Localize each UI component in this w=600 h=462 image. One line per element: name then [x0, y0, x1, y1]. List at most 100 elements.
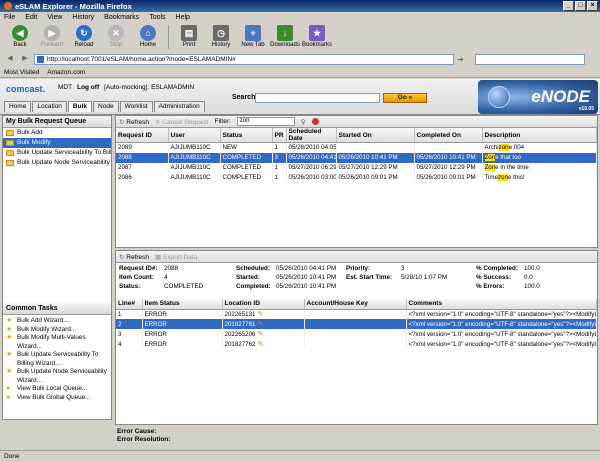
filter-funnel-icon[interactable]: ⚲ [301, 118, 306, 126]
menu-edit[interactable]: Edit [25, 14, 37, 21]
export-data-button[interactable]: ▦ Export Data [155, 253, 197, 261]
task-link[interactable]: ★ Bulk Modify Multi-Values Wizard... [3, 334, 111, 351]
toolbar-label: Downloads [270, 42, 300, 48]
menu-view[interactable]: View [47, 14, 62, 21]
table-cell: ERROR [142, 319, 223, 329]
back-small-icon[interactable]: ◀ [4, 54, 16, 64]
menu-history[interactable]: History [72, 14, 94, 21]
reload-button[interactable]: ↻ Reload [68, 23, 100, 48]
table-row[interactable]: 2087 AJIJUMB110C COMPLETED 1 05/27/2010 06:2… [116, 162, 597, 173]
menu-help[interactable]: Help [176, 14, 190, 21]
auto-mocking-text: [Auto-mocking]: ESLAMADMIN [104, 84, 195, 91]
table-cell[interactable]: 201827761 ✎ [222, 319, 305, 329]
edit-pencil-icon[interactable]: ✎ [257, 321, 263, 328]
table-row[interactable]: 2 ERROR 201827761 ✎ <?xml version="1.0" enco… [116, 319, 597, 329]
column-header[interactable]: User [168, 128, 221, 143]
forward-button[interactable]: ▶ Forward [36, 23, 68, 48]
task-link[interactable]: ★ Bulk Modify Wizard... [3, 326, 111, 335]
wizard-icon: ★ [6, 334, 13, 341]
go-button[interactable]: Go » [383, 93, 427, 103]
history-button[interactable]: ◷ History [205, 23, 237, 48]
table-cell[interactable]: 201827762 ✎ [222, 339, 305, 349]
tab-worklist[interactable]: Worklist [119, 101, 153, 112]
tab-location[interactable]: Location [32, 101, 67, 112]
filter-input[interactable]: zon [236, 117, 295, 126]
table-row[interactable]: 4 ERROR 201827762 ✎ <?xml version="1.0" enco… [116, 339, 597, 349]
queue-item[interactable]: Bulk Add [3, 128, 111, 138]
bookmarks-button[interactable]: ★ Bookmarks [301, 23, 333, 48]
column-header[interactable]: Status [220, 128, 273, 143]
column-header[interactable]: Comments [406, 299, 597, 310]
queue-item[interactable]: Bulk Modify [3, 138, 111, 148]
column-header[interactable]: Line# [116, 299, 143, 310]
maximize-button[interactable]: □ [575, 1, 586, 11]
tab-home[interactable]: Home [4, 101, 32, 112]
browser-search-input[interactable] [474, 53, 585, 65]
task-link[interactable]: ★ Bulk Update Node Serviceability Wizard.… [3, 368, 111, 385]
requests-panel: ↻ Refresh ✕ Cancel Request Filter: zon ⚲… [115, 115, 598, 248]
user-location: MDT [58, 84, 73, 91]
column-header[interactable]: Scheduled Date [286, 128, 337, 143]
table-cell: AJIJUMB110C [168, 172, 221, 183]
table-cell[interactable]: 202265206 ✎ [222, 329, 305, 339]
cancel-request-button[interactable]: ✕ Cancel Request [155, 118, 209, 126]
downloads-button[interactable]: ↓ Downloads [269, 23, 301, 48]
refresh-detail-button[interactable]: ↻ Refresh [119, 253, 149, 261]
task-link[interactable]: ● View Bulk Local Queue... [3, 385, 111, 394]
edit-pencil-icon[interactable]: ✎ [257, 341, 263, 348]
queue-item[interactable]: Bulk Update Node Serviceability [3, 158, 111, 168]
minimize-button[interactable]: _ [563, 1, 574, 11]
table-cell: ERROR [142, 339, 223, 349]
forward-small-icon[interactable]: ▶ [19, 54, 31, 64]
tab-node[interactable]: Node [93, 101, 119, 112]
edit-pencil-icon[interactable]: ✎ [257, 331, 263, 338]
table-row[interactable]: 2086 AJIJUMB110C COMPLETED 1 05/26/2010 03:0… [116, 172, 597, 183]
cell-text: <?xml version="1.0" encoding="UTF-8" sta… [408, 330, 597, 338]
table-row[interactable]: 2089AJIJUMB110CNEW105/28/2010 04:05 PM Ar… [116, 142, 597, 153]
stop-button[interactable]: ✕ Stop [100, 23, 132, 48]
value-started: 05/26/2010 10:41 PM [276, 274, 337, 281]
tab-administration[interactable]: Administration [153, 101, 205, 112]
bookmark-most-visited[interactable]: Most Visited [4, 69, 39, 76]
log-off-link[interactable]: Log off [77, 84, 99, 91]
table-row[interactable]: 3 ERROR 202265206 ✎ <?xml version="1.0" enco… [116, 329, 597, 339]
new-tab-button[interactable]: + New Tab [237, 23, 269, 48]
column-header[interactable]: Request ID [116, 128, 169, 143]
task-link[interactable]: ● View Bulk Global Queue... [3, 394, 111, 403]
print-button[interactable]: ▤ Print [173, 23, 205, 48]
clear-filter-icon[interactable] [311, 118, 319, 125]
wizard-icon: ★ [6, 368, 13, 375]
back-button[interactable]: ◀ Back [4, 23, 36, 48]
table-cell: 2088 [116, 152, 169, 163]
menu-tools[interactable]: Tools [149, 14, 165, 21]
bookmarks-bar: Most Visited Amazon.com [0, 67, 600, 78]
queue-item[interactable]: Bulk Update Serviceability To Billing [3, 148, 111, 158]
table-row[interactable]: 1 ERROR 202265131 ✎ <?xml version="1.0" enco… [116, 309, 597, 319]
menu-file[interactable]: File [4, 14, 15, 21]
column-header[interactable]: Description [482, 128, 597, 143]
task-label: Bulk Modify Wizard... [17, 325, 77, 333]
tab-bulk[interactable]: Bulk [67, 101, 93, 112]
bookmark-amazon[interactable]: Amazon.com [47, 69, 85, 76]
label-request-id: Request ID#: [119, 265, 158, 272]
close-button[interactable]: × [587, 1, 598, 11]
refresh-requests-button[interactable]: ↻ Refresh [119, 118, 149, 126]
column-header[interactable]: Location ID [222, 299, 305, 310]
column-header[interactable]: PR [272, 128, 287, 143]
table-cell[interactable]: 202265131 ✎ [222, 309, 305, 319]
app-search-input[interactable] [255, 93, 380, 103]
column-header[interactable]: Account/House Key [304, 299, 407, 310]
column-header[interactable]: Item Status [142, 299, 223, 310]
task-link[interactable]: ★ Bulk Update Serviceability To Billing W… [3, 351, 111, 368]
table-row[interactable]: 2088 AJIJUMB110C COMPLETED 3 05/26/2010 04:4… [116, 152, 597, 163]
url-input[interactable]: http://localhost:7001/eSLAM/home.action?… [34, 53, 454, 65]
edit-pencil-icon[interactable]: ✎ [257, 311, 263, 318]
go-arrow-icon[interactable]: ➜ [457, 55, 464, 64]
home-button[interactable]: ⌂ Home [132, 23, 164, 48]
toolbar-label: New Tab [241, 42, 265, 48]
column-header[interactable]: Started On [336, 128, 415, 143]
task-link[interactable]: ★ Bulk Add Wizard... [3, 317, 111, 326]
menu-bookmarks[interactable]: Bookmarks [104, 14, 139, 21]
label-pct-success: % Success: [476, 274, 512, 281]
column-header[interactable]: Completed On [414, 128, 483, 143]
